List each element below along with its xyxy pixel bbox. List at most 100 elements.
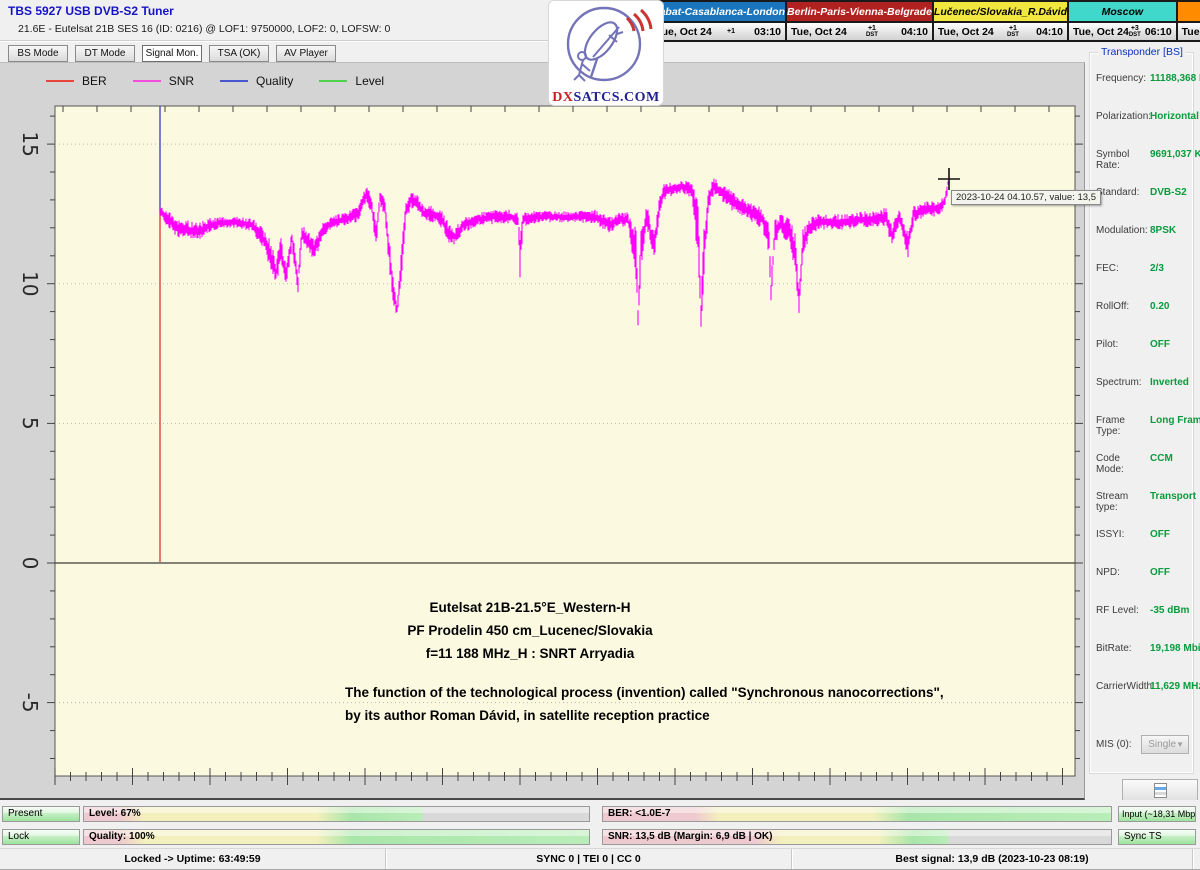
param-value: Long Frame xyxy=(1150,415,1200,426)
tuner-subtitle: 21.6E - Eutelsat 21B SES 16 (ID: 0216) @… xyxy=(18,23,390,35)
window-stack-icon xyxy=(1154,783,1167,798)
chart-annotation-title: Eutelsat 21B-21.5°E_Western-H PF Prodeli… xyxy=(330,596,730,665)
ber-legend-swatch xyxy=(46,80,74,82)
transponder-row-modulation: Modulation:8PSK xyxy=(1090,223,1193,261)
level-meter: Level: 67% xyxy=(83,806,590,822)
clock-lu-enec-slovakia-r-d-vid: Lučenec/Slovakia_R.DávidTue, Oct 24+1DST… xyxy=(932,0,1069,42)
param-value: -35 dBm xyxy=(1150,605,1189,616)
snr-legend-label: SNR xyxy=(169,74,194,88)
param-label: Pilot: xyxy=(1096,339,1150,350)
level-legend-label: Level xyxy=(355,74,384,88)
param-label: Frequency: xyxy=(1096,73,1150,84)
transponder-row-stream-type: Stream type:Transport xyxy=(1090,489,1193,527)
status-sync-counters: SYNC 0 | TEI 0 | CC 0 xyxy=(386,849,792,869)
param-label: NPD: xyxy=(1096,567,1150,578)
param-value: 2/3 xyxy=(1150,263,1164,274)
status-uptime: Locked -> Uptime: 63:49:59 xyxy=(0,849,386,869)
param-value: 8PSK xyxy=(1150,225,1176,236)
clock-rabat-casablanca-london: Rabat-Casablanca-LondonTue, Oct 24+103:1… xyxy=(650,0,787,42)
clock-city: Lučenec/Slovakia_R.Dávid xyxy=(934,2,1067,23)
tab-tsa-ok[interactable]: TSA (OK) xyxy=(209,45,269,62)
tab-signal-mon[interactable]: Signal Mon. xyxy=(142,45,202,62)
ber-legend-label: BER xyxy=(82,74,107,88)
clock-city: Rabat-Casablanca-London xyxy=(652,2,785,23)
param-value: OFF xyxy=(1150,567,1170,578)
transponder-row-issyi: ISSYI:OFF xyxy=(1090,527,1193,565)
param-value: Transport xyxy=(1150,491,1196,502)
svg-text:5: 5 xyxy=(18,417,42,430)
svg-text:10: 10 xyxy=(18,271,42,296)
param-value: 19,198 Mbit/s xyxy=(1150,643,1200,654)
transponder-row-standard: Standard:DVB-S2 xyxy=(1090,185,1193,223)
status-best-signal: Best signal: 13,9 dB (2023-10-23 08:19) xyxy=(792,849,1193,869)
clock-dubai: DubaiTue, Oct 24+406:10 xyxy=(1176,0,1200,42)
param-value: 9691,037 KS/s xyxy=(1150,149,1200,160)
svg-text:-5: -5 xyxy=(18,693,42,713)
clock-city: Berlin-Paris-Vienna-Belgrade xyxy=(787,2,932,23)
clock-city: Moscow xyxy=(1069,2,1176,23)
ts-info-button[interactable] xyxy=(1122,779,1198,801)
param-label: BitRate: xyxy=(1096,643,1150,654)
app-window: TBS 5927 USB DVB-S2 Tuner 21.6E - Eutels… xyxy=(0,0,1200,870)
mis-label: MIS (0): xyxy=(1096,739,1141,750)
tab-bs-mode[interactable]: BS Mode xyxy=(8,45,68,62)
param-label: Code Mode: xyxy=(1096,453,1150,475)
annotation-line: Eutelsat 21B-21.5°E_Western-H xyxy=(330,596,730,619)
transponder-row-rf-level: RF Level:-35 dBm xyxy=(1090,603,1193,641)
transponder-row-frame-type: Frame Type:Long Frame xyxy=(1090,413,1193,451)
signal-meters: Present Lock Level: 67% Quality: 100% BE… xyxy=(0,800,1200,848)
clock-time: Tue, Oct 24+3DST06:10 xyxy=(1069,23,1176,40)
transponder-groupbox: Transponder [BS] Frequency:11188,368 MHz… xyxy=(1089,52,1194,774)
mis-value: Single xyxy=(1148,739,1176,750)
annotation-line: f=11 188 MHz_H : SNRT Arryadia xyxy=(330,642,730,665)
transponder-row-code-mode: Code Mode:CCM xyxy=(1090,451,1193,489)
param-value: 11,629 MHz xyxy=(1150,681,1200,692)
transponder-row-pilot: Pilot:OFF xyxy=(1090,337,1193,375)
param-value: OFF xyxy=(1150,529,1170,540)
logo-text: DXSATCS.COM xyxy=(549,90,663,106)
chevron-down-icon: ▼ xyxy=(1176,740,1188,749)
app-title: TBS 5927 USB DVB-S2 Tuner xyxy=(8,4,174,18)
param-label: RollOff: xyxy=(1096,301,1150,312)
level-legend-swatch xyxy=(319,80,347,82)
transponder-row-rolloff: RollOff:0.20 xyxy=(1090,299,1193,337)
clock-time: Tue, Oct 24+103:10 xyxy=(652,23,785,40)
transponder-row-symbol-rate: Symbol Rate:9691,037 KS/s xyxy=(1090,147,1193,185)
mode-tabs: BS Mode DT Mode Signal Mon. TSA (OK) AV Play… xyxy=(8,45,336,62)
param-label: CarrierWidth: xyxy=(1096,681,1150,692)
clock-time: Tue, Oct 24+406:10 xyxy=(1178,23,1200,40)
sync-ts-indicator: Sync TS xyxy=(1118,829,1196,845)
snr-legend-swatch xyxy=(133,80,161,82)
param-value: 0.20 xyxy=(1150,301,1169,312)
param-value: OFF xyxy=(1150,339,1170,350)
param-value: Horizontal xyxy=(1150,111,1199,122)
param-label: Symbol Rate: xyxy=(1096,149,1150,171)
transponder-row-bitrate: BitRate:19,198 Mbit/s xyxy=(1090,641,1193,679)
mis-select[interactable]: Single ▼ xyxy=(1141,735,1189,754)
svg-text:0: 0 xyxy=(18,557,42,570)
signal-chart-panel: BERSNRQualityLevel -5051015 Eutelsat 21B… xyxy=(0,62,1085,800)
tab-dt-mode[interactable]: DT Mode xyxy=(75,45,135,62)
mis-row: MIS (0): Single ▼ xyxy=(1096,735,1189,754)
param-label: Frame Type: xyxy=(1096,415,1150,437)
transponder-row-fec: FEC:2/3 xyxy=(1090,261,1193,299)
param-label: Spectrum: xyxy=(1096,377,1150,388)
clock-time: Tue, Oct 24+1DST04:10 xyxy=(787,23,932,40)
svg-text:15: 15 xyxy=(18,131,42,156)
quality-meter: Quality: 100% xyxy=(83,829,590,845)
header-divider xyxy=(0,40,556,42)
transponder-sidebar: Transponder [BS] Frequency:11188,368 MHz… xyxy=(1085,44,1200,800)
satellite-dish-icon xyxy=(549,1,663,87)
status-bar: Locked -> Uptime: 63:49:59 SYNC 0 | TEI … xyxy=(0,848,1200,870)
lock-indicator: Lock xyxy=(2,829,80,845)
clock-berlin-paris-vienna-belgrade: Berlin-Paris-Vienna-BelgradeTue, Oct 24+… xyxy=(785,0,934,42)
transponder-row-frequency: Frequency:11188,368 MHz xyxy=(1090,71,1193,109)
param-label: Polarization: xyxy=(1096,111,1150,122)
param-label: Stream type: xyxy=(1096,491,1150,513)
param-label: RF Level: xyxy=(1096,605,1150,616)
ber-meter: BER: <1.0E-7 xyxy=(602,806,1112,822)
param-value: Inverted xyxy=(1150,377,1189,388)
present-indicator: Present xyxy=(2,806,80,822)
tab-av-player[interactable]: AV Player xyxy=(276,45,336,62)
param-value: CCM xyxy=(1150,453,1173,464)
